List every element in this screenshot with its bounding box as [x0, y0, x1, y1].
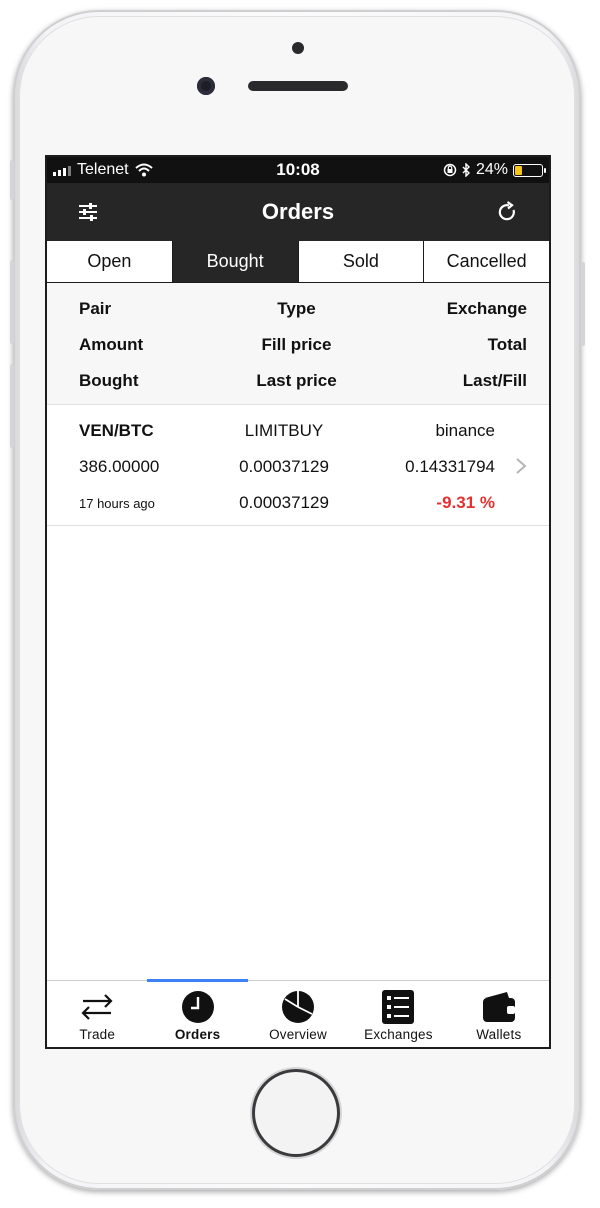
app-screen: Telenet 10:08 24% Orders Open Bought Sol…	[45, 155, 551, 1049]
status-right: 24%	[443, 161, 546, 179]
pie-chart-icon	[282, 991, 315, 1023]
tab-orders[interactable]: Orders	[147, 979, 248, 1047]
tab-label: Orders	[174, 1027, 221, 1042]
column-headers: Pair Type Exchange Amount Fill price Tot…	[47, 283, 549, 405]
wifi-icon	[134, 163, 153, 177]
status-bar: Telenet 10:08 24%	[47, 157, 549, 183]
order-fill-price: 0.00037129	[239, 457, 329, 476]
segment-cancelled[interactable]: Cancelled	[424, 241, 549, 282]
refresh-icon[interactable]	[495, 200, 519, 224]
header-pair: Pair	[79, 299, 112, 318]
segment-open[interactable]: Open	[47, 241, 173, 282]
tab-overview[interactable]: Overview	[248, 981, 348, 1047]
battery-level	[515, 165, 522, 175]
segment-bought[interactable]: Bought	[172, 241, 299, 282]
header-amount: Amount	[79, 335, 144, 354]
header-type: Type	[277, 299, 316, 318]
order-time-ago: 17 hours ago	[79, 495, 155, 511]
order-status-segmented-control: Open Bought Sold Cancelled	[47, 241, 549, 283]
bluetooth-icon	[462, 163, 470, 177]
order-last-price: 0.00037129	[239, 493, 329, 512]
status-time: 10:08	[276, 160, 320, 179]
rotation-lock-icon	[443, 163, 457, 177]
header-row: Pair Type Exchange	[79, 291, 527, 327]
header-last-price: Last price	[256, 371, 337, 390]
active-tab-indicator	[147, 979, 248, 982]
tab-wallets[interactable]: Wallets	[449, 981, 549, 1047]
proximity-sensor	[292, 42, 304, 54]
order-type: LIMITBUY	[244, 421, 324, 440]
swap-arrows-icon	[81, 994, 113, 1020]
tab-bar: Trade Orders Overview Exchanges Wallets	[47, 979, 549, 1047]
chevron-right-icon	[516, 458, 527, 474]
order-row-line: VEN/BTC LIMITBUY binance	[79, 413, 495, 449]
header-bought: Bought	[79, 371, 139, 390]
filter-sliders-icon[interactable]	[77, 201, 99, 223]
order-amount: 386.00000	[79, 457, 160, 476]
segment-sold[interactable]: Sold	[298, 241, 425, 282]
page-title: Orders	[261, 199, 335, 224]
carrier-name: Telenet	[77, 161, 129, 178]
list-icon	[382, 990, 415, 1024]
front-camera	[197, 77, 215, 95]
order-pair: VEN/BTC	[79, 421, 154, 440]
wallet-icon	[482, 992, 515, 1022]
order-change-percent: -9.31 %	[436, 493, 495, 512]
tab-label: Wallets	[476, 1027, 522, 1042]
tab-trade[interactable]: Trade	[47, 981, 147, 1047]
clock-icon	[181, 991, 214, 1023]
tab-label: Exchanges	[364, 1027, 433, 1042]
earpiece-speaker	[248, 81, 348, 91]
status-left: Telenet	[53, 161, 153, 179]
header-last-fill: Last/Fill	[462, 371, 527, 390]
header-row: Amount Fill price Total	[79, 327, 527, 363]
signal-strength-icon	[53, 165, 71, 176]
battery-percentage: 24%	[475, 161, 508, 178]
header-exchange: Exchange	[446, 299, 527, 318]
home-button[interactable]	[252, 1069, 340, 1157]
side-button-volume-up	[10, 260, 14, 344]
navigation-bar: Orders	[47, 183, 549, 241]
header-fill-price: Fill price	[261, 335, 332, 354]
order-list-item[interactable]: VEN/BTC LIMITBUY binance 386.00000 0.000…	[47, 405, 549, 526]
tab-label: Trade	[79, 1027, 116, 1042]
side-button-power	[581, 262, 585, 346]
tab-label: Overview	[269, 1027, 327, 1042]
side-button-volume-down	[10, 364, 14, 448]
order-total: 0.14331794	[405, 457, 495, 476]
header-row: Bought Last price Last/Fill	[79, 363, 527, 399]
order-row-line: 386.00000 0.00037129 0.14331794	[79, 449, 495, 485]
header-total: Total	[487, 335, 527, 354]
side-button-mute	[10, 160, 14, 200]
battery-icon	[513, 163, 546, 177]
order-row-line: 17 hours ago 0.00037129 -9.31 %	[79, 485, 495, 521]
order-exchange: binance	[435, 421, 495, 440]
tab-exchanges[interactable]: Exchanges	[348, 981, 448, 1047]
